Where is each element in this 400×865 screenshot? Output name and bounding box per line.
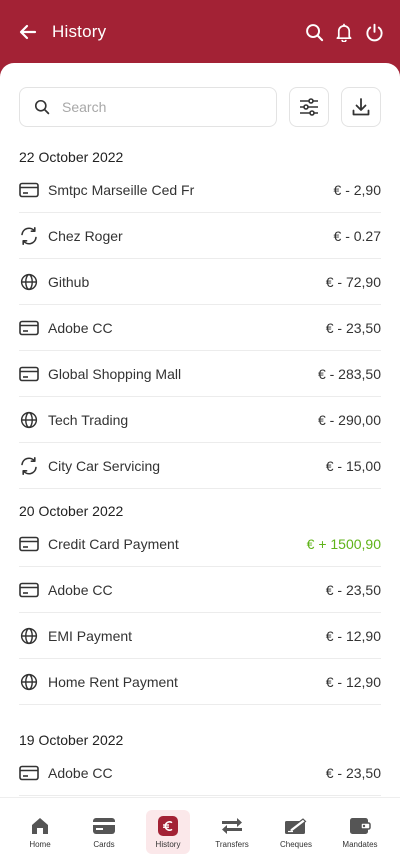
transaction-name: Home Rent Payment (48, 673, 178, 690)
transaction-amount: € - 283,50 (317, 365, 381, 382)
transaction-name: Smtpc Marseille Ced Fr (48, 181, 195, 198)
nav-label: Home (29, 839, 51, 849)
content-sheet: 22 October 2022 Smtpc Marseille Ced Fr € -… (0, 63, 400, 865)
transaction-name: Credit Card Payment (48, 535, 179, 552)
search-input[interactable] (62, 99, 262, 115)
transaction-name: Adobe CC (48, 319, 113, 336)
sync-icon (19, 226, 39, 246)
card-icon (19, 364, 39, 384)
back-arrow-icon[interactable] (16, 20, 40, 44)
cards-icon (92, 815, 116, 837)
cheque-icon (284, 815, 308, 837)
transaction-name: Global Shopping Mall (48, 365, 182, 382)
transaction-amount: € - 15,00 (325, 457, 381, 474)
transaction-name: Chez Roger (48, 227, 123, 244)
date-heading: 19 October 2022 (19, 732, 124, 748)
app-header: History (0, 0, 400, 64)
home-icon (28, 815, 52, 837)
transaction-name: Adobe CC (48, 581, 113, 598)
transaction-row[interactable]: Adobe CC € - 23,50 (19, 305, 381, 351)
transaction-row[interactable]: Github € - 72,90 (19, 259, 381, 305)
search-icon[interactable] (304, 22, 324, 42)
transaction-name: Adobe CC (48, 764, 113, 781)
nav-label: History (155, 839, 181, 849)
transaction-amount: € - 72,90 (325, 273, 381, 290)
card-icon (19, 580, 39, 600)
page-title: History (52, 22, 107, 41)
bell-icon[interactable] (334, 22, 354, 42)
nav-item-home[interactable]: Home (18, 810, 62, 854)
transaction-name: City Car Servicing (48, 457, 161, 474)
transaction-list: 22 October 2022 Smtpc Marseille Ced Fr € -… (19, 145, 381, 796)
transaction-row[interactable]: Tech Trading € - 290,00 (19, 397, 381, 443)
card-icon (19, 180, 39, 200)
date-group: 20 October 2022 Credit Card Payment € + 15… (19, 501, 381, 705)
transaction-amount: € - 12,90 (325, 673, 381, 690)
card-icon (19, 318, 39, 338)
transaction-amount: € - 23,50 (325, 581, 381, 598)
transfer-icon (220, 815, 244, 837)
sync-icon (19, 456, 39, 476)
nav-item-mandates[interactable]: Mandates (338, 810, 382, 854)
transaction-amount: € - 23,50 (325, 319, 381, 336)
nav-item-cheques[interactable]: Cheques (274, 810, 318, 854)
transaction-amount: € - 23,50 (325, 764, 381, 781)
card-icon (19, 534, 39, 554)
transaction-row[interactable]: Adobe CC € - 23,50 (19, 750, 381, 796)
card-icon (19, 763, 39, 783)
transaction-row[interactable]: Home Rent Payment € - 12,90 (19, 659, 381, 705)
globe-icon (19, 410, 39, 430)
date-heading: 20 October 2022 (19, 503, 124, 519)
transaction-amount: € - 290,00 (317, 411, 381, 428)
transaction-name: Tech Trading (48, 411, 129, 428)
search-box[interactable] (19, 87, 277, 127)
wallet-icon (348, 815, 372, 837)
transaction-name: EMI Payment (48, 627, 133, 644)
nav-label: Mandates (342, 839, 378, 849)
filter-sliders-icon (300, 98, 318, 116)
transaction-row[interactable]: Adobe CC € - 23,50 (19, 567, 381, 613)
globe-icon (19, 672, 39, 692)
date-group: 22 October 2022 Smtpc Marseille Ced Fr € -… (19, 147, 381, 489)
bottom-navigation: Home Cards History Transfers Cheques Mandates (0, 797, 400, 865)
nav-label: Cards (93, 839, 115, 849)
transaction-row[interactable]: Smtpc Marseille Ced Fr € - 2,90 (19, 167, 381, 213)
transaction-amount: € - 12,90 (325, 627, 381, 644)
date-group: 19 October 2022 Adobe CC € - 23,50 (19, 730, 381, 796)
globe-icon (19, 272, 39, 292)
filter-button[interactable] (289, 87, 329, 127)
transaction-name: Github (48, 273, 90, 290)
transaction-amount: € + 1500,90 (306, 535, 381, 552)
power-icon[interactable] (364, 22, 384, 42)
nav-label: Cheques (279, 839, 313, 849)
transaction-row[interactable]: Credit Card Payment € + 1500,90 (19, 521, 381, 567)
download-button[interactable] (341, 87, 381, 127)
nav-item-transfers[interactable]: Transfers (210, 810, 254, 854)
nav-label: Transfers (215, 839, 249, 849)
euro-icon (156, 815, 180, 837)
nav-item-history[interactable]: History (146, 809, 190, 854)
transaction-amount: € - 2,90 (333, 181, 381, 198)
date-heading: 22 October 2022 (19, 149, 124, 165)
transaction-row[interactable]: Global Shopping Mall € - 283,50 (19, 351, 381, 397)
nav-item-cards[interactable]: Cards (82, 810, 126, 854)
download-icon (352, 98, 370, 116)
transaction-row[interactable]: Chez Roger € - 0.27 (19, 213, 381, 259)
toolbar (19, 87, 381, 127)
transaction-row[interactable]: EMI Payment € - 12,90 (19, 613, 381, 659)
search-icon (34, 98, 50, 116)
transaction-amount: € - 0.27 (333, 227, 381, 244)
transaction-row[interactable]: City Car Servicing € - 15,00 (19, 443, 381, 489)
globe-icon (19, 626, 39, 646)
